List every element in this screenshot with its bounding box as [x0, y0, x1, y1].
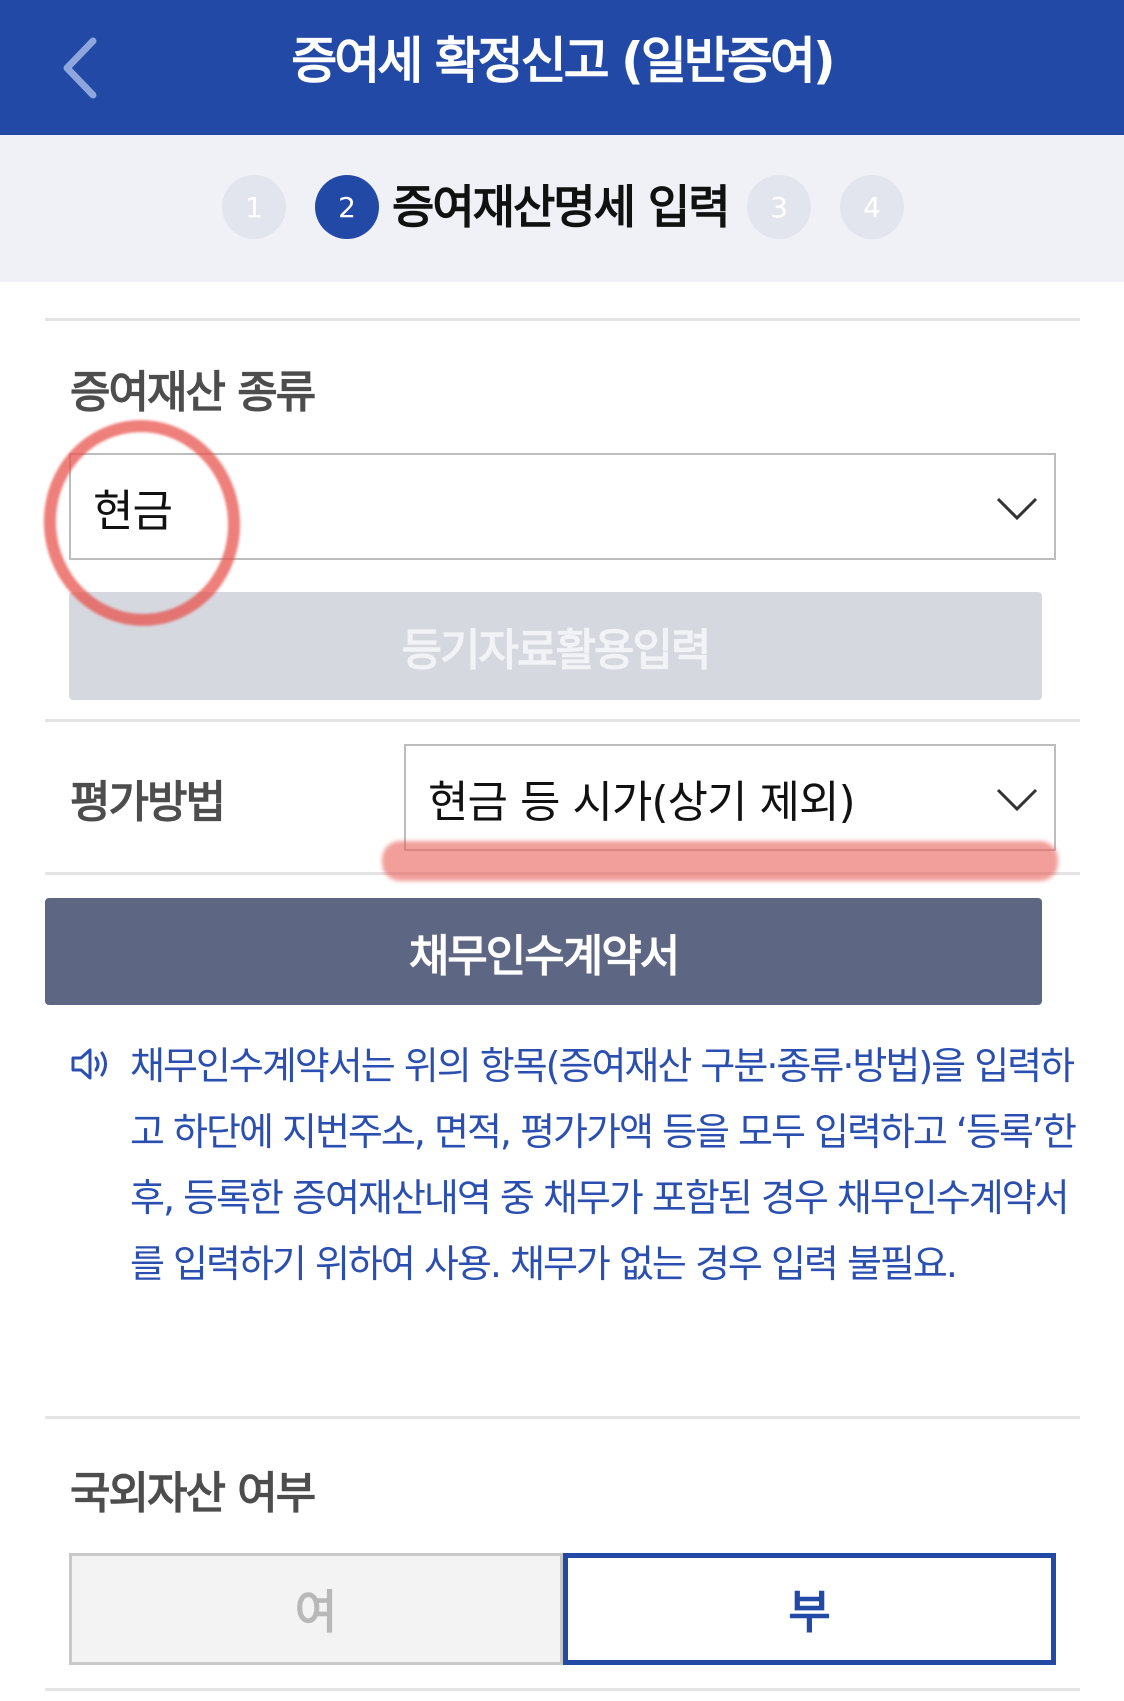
divider [45, 318, 1080, 321]
chevron-down-icon [996, 497, 1038, 520]
registry-data-button[interactable]: 등기자료활용입력 [69, 592, 1042, 700]
active-step-label: 증여재산명세 입력 [392, 180, 731, 234]
valuation-method-select[interactable]: 현금 등 시가(상기 제외) [404, 744, 1056, 851]
app-header: 증여세 확정신고 (일반증여) [0, 0, 1124, 135]
debt-contract-button[interactable]: 채무인수계약서 [45, 898, 1042, 1005]
asset-type-select[interactable]: 현금 [69, 453, 1056, 560]
chevron-down-icon [996, 788, 1038, 811]
foreign-asset-no-option[interactable]: 부 [563, 1553, 1056, 1665]
speaker-icon [71, 1048, 107, 1080]
step-4: 4 [840, 175, 904, 239]
step-indicator: 1 2 증여재산명세 입력 3 4 [0, 135, 1124, 282]
asset-type-value: 현금 [93, 485, 173, 537]
step-1: 1 [222, 175, 286, 239]
foreign-asset-yes-option[interactable]: 여 [69, 1553, 563, 1665]
divider [45, 872, 1080, 875]
page-title: 증여세 확정신고 (일반증여) [291, 32, 836, 90]
divider [45, 1688, 1080, 1691]
step-3: 3 [747, 175, 811, 239]
step-2-active: 2 [315, 175, 379, 239]
foreign-asset-label: 국외자산 여부 [70, 1468, 316, 1519]
asset-type-label: 증여재산 종류 [70, 367, 316, 418]
divider [45, 1416, 1080, 1419]
valuation-method-label: 평가방법 [70, 777, 226, 828]
chevron-left-icon [63, 37, 97, 99]
divider [45, 719, 1080, 722]
debt-contract-notice: 채무인수계약서는 위의 항목(증여재산 구분·종류·방법)을 입력하고 하단에 … [130, 1044, 1077, 1286]
valuation-method-value: 현금 등 시가(상기 제외) [428, 776, 856, 828]
back-button[interactable] [44, 28, 114, 108]
